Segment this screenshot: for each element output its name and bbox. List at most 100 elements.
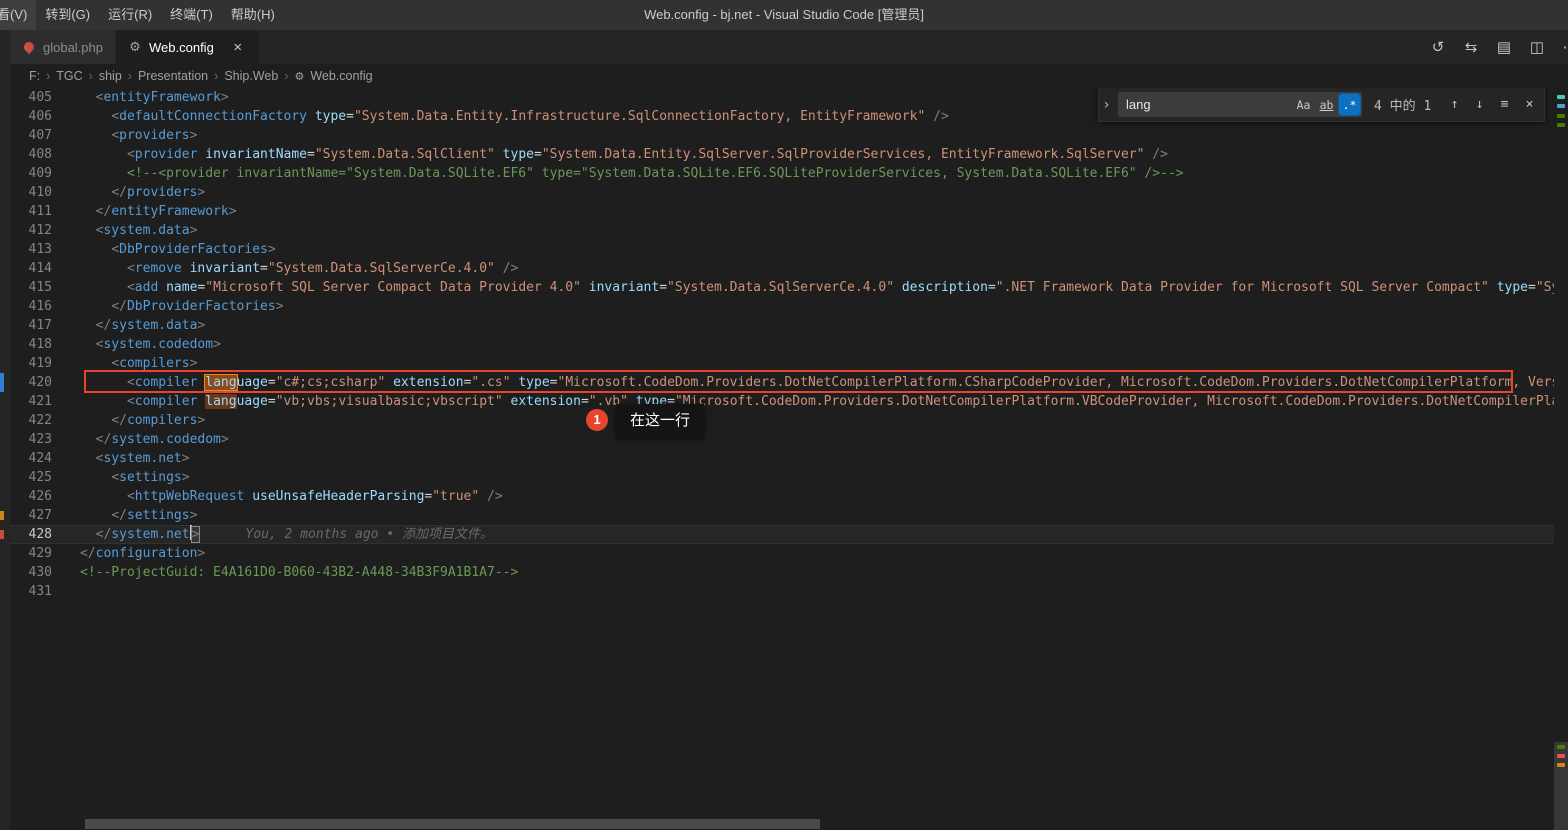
breadcrumb-item-2[interactable]: ship bbox=[99, 69, 122, 83]
code-line-407[interactable]: 407 <providers> bbox=[10, 126, 1554, 145]
find-input[interactable] bbox=[1124, 96, 1293, 113]
line-number: 422 bbox=[28, 413, 52, 428]
line-number: 428 bbox=[28, 527, 52, 542]
overview-ruler-mark bbox=[1557, 123, 1565, 127]
php-file-icon bbox=[21, 39, 37, 55]
code-line-408[interactable]: 408 <provider invariantName="System.Data… bbox=[10, 145, 1554, 164]
breadcrumb-item-5[interactable]: Web.config bbox=[310, 69, 372, 83]
breadcrumb-item-4[interactable]: Ship.Web bbox=[224, 69, 278, 83]
tab-global-php[interactable]: global.php bbox=[10, 30, 116, 64]
horizontal-scrollbar-thumb[interactable] bbox=[85, 819, 820, 829]
code-line-422[interactable]: 422 </compilers> bbox=[10, 411, 1554, 430]
code-line-425[interactable]: 425 <settings> bbox=[10, 468, 1554, 487]
menu-item-2[interactable]: 运行(R) bbox=[99, 0, 161, 30]
code-line-420[interactable]: 420 <compiler language="c#;cs;csharp" ex… bbox=[10, 373, 1554, 392]
layout-icon[interactable]: ▤ bbox=[1494, 36, 1514, 58]
code-line-428[interactable]: 428 </system.net > You, 2 months ago • 添加项… bbox=[10, 525, 1554, 544]
horizontal-scrollbar[interactable] bbox=[0, 818, 1554, 830]
code-line-419[interactable]: 419 <compilers> bbox=[10, 354, 1554, 373]
close-icon[interactable]: × bbox=[230, 39, 246, 56]
tab-web-config[interactable]: ⚙ Web.config × bbox=[116, 30, 259, 64]
code-line-412[interactable]: 412 <system.data> bbox=[10, 221, 1554, 240]
timeline-icon[interactable]: ↺ bbox=[1428, 36, 1448, 58]
code-line-417[interactable]: 417 </system.data> bbox=[10, 316, 1554, 335]
line-number: 430 bbox=[28, 565, 52, 580]
line-number: 406 bbox=[28, 109, 52, 124]
code-area[interactable]: 405 <entityFramework> 406 <defaultConnect… bbox=[10, 88, 1554, 601]
code-line-431[interactable]: 431 bbox=[10, 582, 1554, 601]
title-bar: 看(V) 转到(G) 运行(R) 终端(T) 帮助(H) Web.config - bj… bbox=[0, 0, 1568, 30]
breadcrumb-separator-icon: › bbox=[46, 69, 51, 83]
line-number: 416 bbox=[28, 299, 52, 314]
breadcrumb: F: › TGC › ship › Presentation › Ship.Web › ⚙ Web.c… bbox=[0, 64, 1568, 88]
inline-blame-annotation: You, 2 months ago • 添加项目文件。 bbox=[245, 527, 493, 542]
breadcrumb-separator-icon: › bbox=[214, 69, 219, 83]
code-line-424[interactable]: 424 <system.net> bbox=[10, 449, 1554, 468]
vscode-window: 看(V) 转到(G) 运行(R) 终端(T) 帮助(H) Web.config - bj… bbox=[0, 0, 1568, 830]
editor-pane: 405 <entityFramework> 406 <defaultConnect… bbox=[0, 88, 1568, 830]
regex-toggle[interactable]: .* bbox=[1339, 94, 1360, 115]
breadcrumb-item-0[interactable]: F: bbox=[29, 69, 40, 83]
menu-item-4[interactable]: 帮助(H) bbox=[222, 0, 284, 30]
gutter-decoration bbox=[0, 373, 4, 392]
menu-item-0[interactable]: 看(V) bbox=[0, 0, 37, 30]
tab-label: Web.config bbox=[149, 39, 214, 55]
tab-bar: global.php ⚙ Web.config × ↺ ⇆ ▤ ◫ ⋯ bbox=[0, 30, 1568, 64]
line-number: 427 bbox=[28, 508, 52, 523]
overview-ruler-mark bbox=[1557, 754, 1565, 758]
line-number: 431 bbox=[28, 584, 52, 599]
code-line-426[interactable]: 426 <httpWebRequest useUnsafeHeaderParsi… bbox=[10, 487, 1554, 506]
find-close-button[interactable]: × bbox=[1519, 94, 1540, 115]
code-line-430[interactable]: 430 <!--ProjectGuid: E4A161D0-B060-43B2-A… bbox=[10, 563, 1554, 582]
code-line-411[interactable]: 411 </entityFramework> bbox=[10, 202, 1554, 221]
breadcrumb-item-1[interactable]: TGC bbox=[56, 69, 82, 83]
menu-bar: 看(V) 转到(G) 运行(R) 终端(T) 帮助(H) bbox=[0, 0, 284, 30]
find-next-button[interactable]: ↓ bbox=[1469, 94, 1490, 115]
code-line-421[interactable]: 421 <compiler language="vb;vbs;visualbas… bbox=[10, 392, 1554, 411]
line-number: 411 bbox=[28, 204, 52, 219]
more-actions-icon[interactable]: ⋯ bbox=[1560, 36, 1568, 58]
code-line-409[interactable]: 409 <!--<provider invariantName="System.… bbox=[10, 164, 1554, 183]
code-line-418[interactable]: 418 <system.codedom> bbox=[10, 335, 1554, 354]
split-editor-icon[interactable]: ◫ bbox=[1527, 36, 1547, 58]
code-line-413[interactable]: 413 <DbProviderFactories> bbox=[10, 240, 1554, 259]
tab-label: global.php bbox=[43, 39, 103, 55]
overview-ruler-mark bbox=[1557, 763, 1565, 767]
open-changes-icon[interactable]: ⇆ bbox=[1461, 36, 1481, 58]
whole-word-toggle[interactable]: ab bbox=[1316, 94, 1337, 115]
left-edge-strip bbox=[0, 30, 10, 830]
line-number: 417 bbox=[28, 318, 52, 333]
find-results-count: 4 中的 1 bbox=[1374, 99, 1432, 114]
find-input-box: Aa ab .* bbox=[1118, 92, 1362, 117]
code-line-410[interactable]: 410 </providers> bbox=[10, 183, 1554, 202]
code-line-427[interactable]: 427 </settings> bbox=[10, 506, 1554, 525]
code-line-414[interactable]: 414 <remove invariant="System.Data.SqlSe… bbox=[10, 259, 1554, 278]
code-line-423[interactable]: 423 </system.codedom> bbox=[10, 430, 1554, 449]
find-in-selection-button[interactable]: ≡ bbox=[1494, 94, 1515, 115]
line-number: 408 bbox=[28, 147, 52, 162]
line-number: 419 bbox=[28, 356, 52, 371]
find-previous-button[interactable]: ↑ bbox=[1444, 94, 1465, 115]
breadcrumb-separator-icon: › bbox=[127, 69, 132, 83]
breadcrumb-item-3[interactable]: Presentation bbox=[138, 69, 208, 83]
code-line-415[interactable]: 415 <add name="Microsoft SQL Server Comp… bbox=[10, 278, 1554, 297]
menu-item-1[interactable]: 转到(G) bbox=[36, 0, 99, 30]
line-number: 425 bbox=[28, 470, 52, 485]
overview-ruler-mark bbox=[1557, 114, 1565, 118]
line-number: 409 bbox=[28, 166, 52, 181]
line-number: 414 bbox=[28, 261, 52, 276]
match-case-toggle[interactable]: Aa bbox=[1293, 94, 1314, 115]
line-number: 423 bbox=[28, 432, 52, 447]
line-number: 426 bbox=[28, 489, 52, 504]
find-widget: › Aa ab .* 4 中的 1 ↑ ↓ ≡ × bbox=[1098, 88, 1545, 122]
menu-item-3[interactable]: 终端(T) bbox=[161, 0, 222, 30]
editor-actions: ↺ ⇆ ▤ ◫ ⋯ bbox=[1428, 30, 1568, 64]
line-number: 405 bbox=[28, 90, 52, 105]
gutter-decoration bbox=[0, 530, 4, 539]
line-number: 415 bbox=[28, 280, 52, 295]
code-line-416[interactable]: 416 </DbProviderFactories> bbox=[10, 297, 1554, 316]
line-number: 412 bbox=[28, 223, 52, 238]
code-line-429[interactable]: 429 </configuration> bbox=[10, 544, 1554, 563]
toggle-replace-chevron-icon[interactable]: › bbox=[1099, 88, 1114, 121]
line-number: 424 bbox=[28, 451, 52, 466]
